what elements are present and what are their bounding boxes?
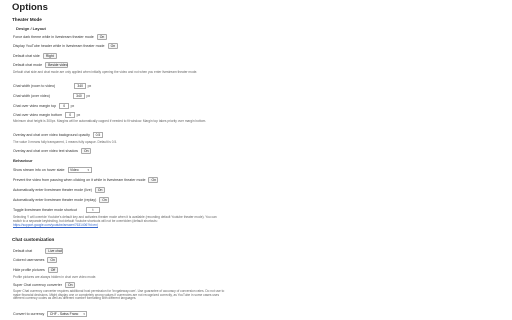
colored-usernames-label: Colored usernames — [13, 258, 45, 262]
auto-enter-live-toggle[interactable]: On — [94, 187, 105, 193]
page-title: Options — [12, 2, 48, 13]
convert-currency-select[interactable]: CHF - Swiss Franc ▾ — [47, 311, 88, 317]
opacity-note: The value 0 means fully transparent, 1 m… — [13, 140, 118, 144]
chat-width-room-row: Chat width (room to video) 340 px — [13, 82, 91, 90]
shortcut-note-text: Selecting 't' will override Youtube's de… — [13, 215, 217, 223]
convert-currency-value: CHF - Swiss Franc — [49, 312, 79, 316]
stream-info-value: Video — [70, 168, 79, 172]
display-title-toggle[interactable]: On — [107, 43, 118, 49]
chat-customization-heading: Chat customization — [12, 237, 55, 242]
auto-enter-replay-toggle[interactable]: On — [99, 197, 110, 203]
chat-margin-bottom-input[interactable]: 0 — [65, 112, 76, 118]
chat-mode-label: Default chat mode — [13, 63, 43, 67]
chat-width-over-unit: px — [86, 94, 91, 98]
behaviour-heading: Behaviour — [13, 158, 33, 163]
prevent-pause-row: Prevent the video from pausing when clic… — [13, 176, 159, 184]
toggle-shortcut-label: Toggle livestream theater mode shortcut — [13, 208, 77, 212]
design-layout-heading: Design / Layout — [16, 26, 46, 31]
chat-margin-bottom-unit: px — [76, 113, 81, 117]
prevent-pause-label: Prevent the video from pausing when clic… — [13, 178, 146, 182]
chat-margin-bottom-row: Chat over video margin bottom 0 px — [13, 111, 80, 119]
chevron-down-icon: ▾ — [87, 168, 90, 172]
convert-currency-row: Convert to currency CHF - Swiss Franc ▾ — [13, 310, 88, 318]
shortcut-help-link[interactable]: https://support.google.com/youtube/answe… — [13, 223, 98, 227]
auto-enter-replay-row: Automatically enter livestream theater m… — [13, 196, 110, 204]
default-chat-button[interactable]: Live chat — [45, 248, 64, 254]
options-page: Options Theater Mode Design / Layout For… — [0, 0, 512, 320]
chat-margin-top-input[interactable]: 0 — [59, 103, 70, 109]
toggle-shortcut-row: Toggle livestream theater mode shortcut … — [13, 206, 100, 214]
super-chat-label: Super Chat currency converter — [13, 283, 62, 287]
text-shadow-label: Overlay and chat over video text shadow — [13, 149, 78, 153]
bg-opacity-input[interactable]: 0.5 — [92, 132, 103, 138]
stream-info-label: Show stream info on hover state — [13, 168, 65, 172]
hide-profile-label: Hide profile pictures — [13, 268, 45, 272]
default-chat-row: Default chat Live chat — [13, 247, 64, 255]
stream-info-row: Show stream info on hover state Video ▾ — [13, 166, 92, 174]
text-shadow-toggle[interactable]: On — [80, 148, 91, 154]
chat-width-over-row: Chat width (over video) 340 px — [13, 92, 90, 100]
chat-margin-bottom-label: Chat over video margin bottom — [13, 113, 63, 117]
force-dark-label: Force dark theme while in livestream the… — [13, 35, 94, 39]
chat-side-row: Default chat side Right — [13, 52, 57, 60]
colored-usernames-row: Colored usernames On — [13, 256, 58, 264]
chat-mode-button[interactable]: Beside video — [45, 62, 69, 68]
chat-side-label: Default chat side — [13, 54, 40, 58]
hide-profile-toggle[interactable]: Off — [47, 267, 58, 273]
chat-margin-top-label: Chat over video margin top — [13, 104, 57, 108]
chat-mode-note: Default chat side and chat mode are only… — [13, 70, 198, 74]
profile-note: Profile pictures are always hidden in ch… — [13, 275, 97, 279]
chat-width-over-label: Chat width (over video) — [13, 94, 50, 98]
hide-profile-row: Hide profile pictures Off — [13, 266, 58, 274]
super-chat-toggle[interactable]: On — [64, 282, 75, 288]
stream-info-select[interactable]: Video ▾ — [67, 167, 92, 173]
margin-note: Minimum chat height is 300px. Margins wi… — [13, 119, 207, 123]
shortcut-note: Selecting 't' will override Youtube's de… — [13, 215, 225, 227]
auto-enter-replay-label: Automatically enter livestream theater m… — [13, 198, 97, 202]
chevron-down-icon: ▾ — [83, 312, 85, 316]
auto-enter-live-row: Automatically enter livestream theater m… — [13, 186, 105, 194]
prevent-pause-toggle[interactable]: On — [148, 177, 159, 183]
theater-mode-heading: Theater Mode — [12, 17, 42, 22]
colored-usernames-toggle[interactable]: On — [47, 257, 58, 263]
chat-side-button[interactable]: Right — [42, 53, 57, 59]
super-chat-note: Super Chat currency converter requires a… — [13, 289, 225, 301]
super-chat-row: Super Chat currency converter On — [13, 281, 75, 289]
force-dark-row: Force dark theme while in livestream the… — [13, 33, 107, 41]
force-dark-toggle[interactable]: On — [96, 34, 107, 40]
convert-currency-label: Convert to currency — [13, 312, 45, 316]
bg-opacity-row: Overlay and chat over video background o… — [13, 131, 103, 139]
chat-mode-row: Default chat mode Beside video — [13, 61, 69, 69]
chat-margin-top-row: Chat over video margin top 0 px — [13, 102, 74, 110]
toggle-shortcut-input[interactable]: t — [85, 207, 100, 213]
display-title-row: Display YouTube header while in livestre… — [13, 42, 118, 50]
bg-opacity-label: Overlay and chat over video background o… — [13, 133, 90, 137]
chat-width-room-unit: px — [87, 84, 92, 88]
chat-width-room-input[interactable]: 340 — [74, 83, 87, 89]
text-shadow-row: Overlay and chat over video text shadow … — [13, 147, 91, 155]
chat-margin-top-unit: px — [70, 104, 75, 108]
chat-width-over-input[interactable]: 340 — [72, 93, 85, 99]
default-chat-label: Default chat — [13, 249, 33, 253]
auto-enter-live-label: Automatically enter livestream theater m… — [13, 188, 92, 192]
display-title-label: Display YouTube header while in livestre… — [13, 44, 105, 48]
chat-width-room-label: Chat width (room to video) — [13, 84, 56, 88]
